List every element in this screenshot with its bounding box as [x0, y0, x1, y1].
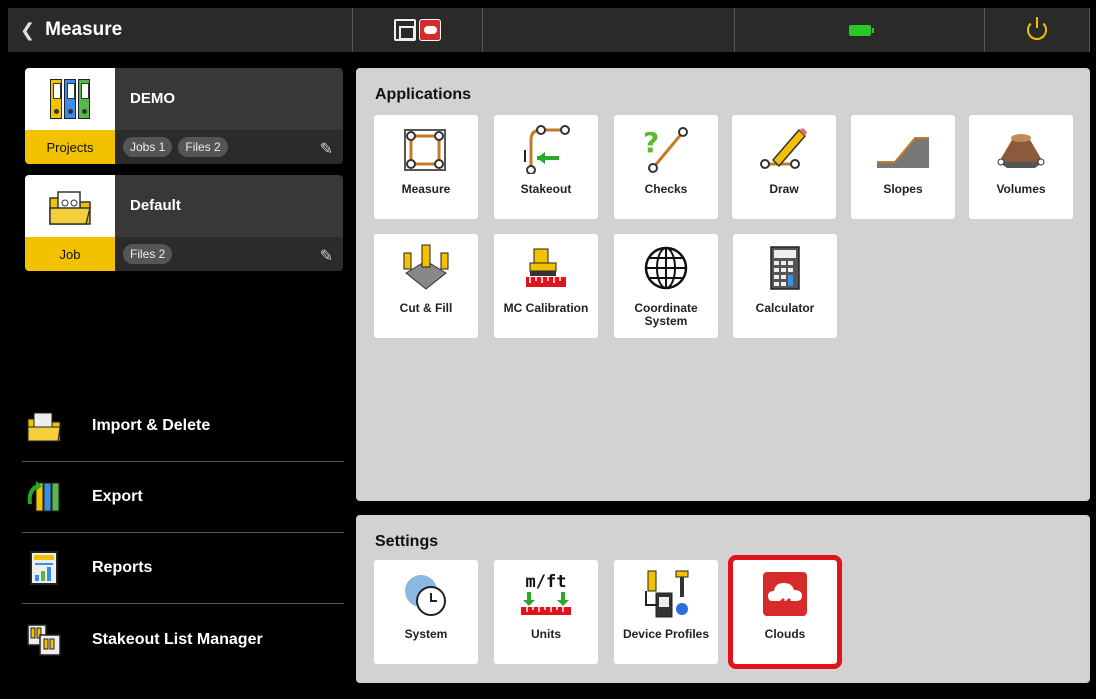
files-count-badge: Files 2 [123, 244, 173, 264]
power-icon [1027, 17, 1047, 40]
files-count-badge: Files 2 [178, 137, 228, 157]
menu-import-delete[interactable]: Import & Delete [22, 391, 344, 462]
cloud-icon[interactable] [419, 19, 441, 41]
units-icon: m/ft [494, 560, 598, 628]
device-profiles-icon [614, 560, 718, 628]
settings-title: Settings [375, 533, 439, 550]
tile-volumes[interactable]: Volumes [969, 115, 1073, 219]
calculator-icon [733, 234, 837, 302]
battery-status[interactable] [735, 8, 985, 52]
tile-label: Measure [401, 182, 451, 196]
back-button[interactable]: ❮ Measure [8, 8, 353, 52]
mc-calibration-icon [494, 234, 598, 302]
tile-checks[interactable]: ? Checks [614, 115, 718, 219]
tile-label: Draw [769, 182, 799, 196]
battery-icon [848, 24, 874, 36]
controller-icon[interactable] [394, 19, 416, 41]
globe-icon [614, 234, 718, 302]
slopes-icon [851, 115, 955, 183]
checks-icon: ? [614, 115, 718, 183]
export-icon [22, 477, 66, 517]
power-button[interactable] [985, 8, 1090, 52]
edit-pencil-icon[interactable]: ✎ [320, 139, 333, 159]
tile-draw[interactable]: Draw [732, 115, 836, 219]
project-name: DEMO [130, 90, 175, 107]
projects-tag[interactable]: Projects [25, 130, 115, 164]
tile-cut-fill[interactable]: Cut & Fill [374, 234, 478, 338]
tile-measure[interactable]: Measure [374, 115, 478, 219]
tile-label: Device Profiles [622, 627, 710, 641]
binders-icon [50, 79, 90, 119]
tile-clouds[interactable]: Clouds [728, 555, 842, 669]
menu-export[interactable]: Export [22, 462, 344, 533]
project-meta: Jobs 1 Files 2 ✎ [115, 130, 343, 164]
applications-title: Applications [375, 86, 472, 103]
clouds-icon [733, 560, 837, 628]
tile-system[interactable]: System [374, 560, 478, 664]
stakeout-icon [494, 115, 598, 183]
import-folder-icon [22, 406, 66, 446]
tile-mc-calibration[interactable]: MC Calibration [494, 234, 598, 338]
stakeout-list-icon [22, 620, 66, 660]
jobs-count-badge: Jobs 1 [123, 137, 173, 157]
tile-coordinate-system[interactable]: Coordinate System [614, 234, 718, 338]
top-bar: ❮ Measure [8, 8, 1090, 52]
tile-device-profiles[interactable]: Device Profiles [614, 560, 718, 664]
tile-label: Slopes [883, 182, 923, 196]
edit-pencil-icon[interactable]: ✎ [320, 246, 333, 266]
cut-fill-icon [374, 234, 478, 302]
svg-text:?: ? [643, 126, 659, 159]
draw-icon [732, 115, 836, 183]
tile-units[interactable]: m/ft Units [494, 560, 598, 664]
project-thumbnail [25, 68, 115, 130]
status-icons [353, 8, 483, 52]
job-tag[interactable]: Job [25, 237, 115, 271]
top-bar-spacer [483, 8, 735, 52]
back-label: Measure [45, 19, 123, 40]
settings-panel: Settings System m/ft Units Device Profil… [356, 515, 1090, 683]
units-glyph: m/ft [525, 572, 567, 592]
menu-label: Stakeout List Manager [92, 630, 263, 648]
tile-stakeout[interactable]: Stakeout [494, 115, 598, 219]
tile-label: System [404, 627, 448, 641]
chevron-left-icon: ❮ [20, 19, 36, 40]
tile-label: Checks [644, 182, 688, 196]
system-clock-globe-icon [374, 560, 478, 628]
menu-label: Reports [92, 559, 153, 576]
tile-label: Units [531, 627, 561, 641]
job-meta: Files 2 ✎ [115, 237, 343, 271]
tile-label: MC Calibration [503, 301, 589, 315]
tile-label: Clouds [764, 627, 806, 641]
job-thumbnail [25, 175, 115, 237]
project-card[interactable]: Projects DEMO Jobs 1 Files 2 ✎ [25, 68, 343, 164]
job-name: Default [130, 197, 181, 214]
tile-label: Volumes [996, 182, 1046, 196]
menu-stakeout-list-manager[interactable]: Stakeout List Manager [22, 604, 344, 675]
job-card[interactable]: Job Default Files 2 ✎ [25, 175, 343, 271]
report-icon [22, 548, 66, 588]
job-folder-icon [49, 191, 91, 225]
tile-label: Stakeout [520, 182, 572, 196]
tile-label: Cut & Fill [399, 301, 453, 315]
applications-panel: Applications Measure Stakeout ? Checks D… [356, 68, 1090, 501]
tile-slopes[interactable]: Slopes [851, 115, 955, 219]
volumes-icon [969, 115, 1073, 183]
tile-label: Coordinate System [634, 301, 698, 328]
tile-label: Calculator [755, 301, 815, 315]
tile-calculator[interactable]: Calculator [733, 234, 837, 338]
menu-label: Import & Delete [92, 417, 211, 434]
measure-icon [374, 115, 478, 183]
menu-label: Export [92, 488, 143, 505]
menu-reports[interactable]: Reports [22, 533, 344, 604]
